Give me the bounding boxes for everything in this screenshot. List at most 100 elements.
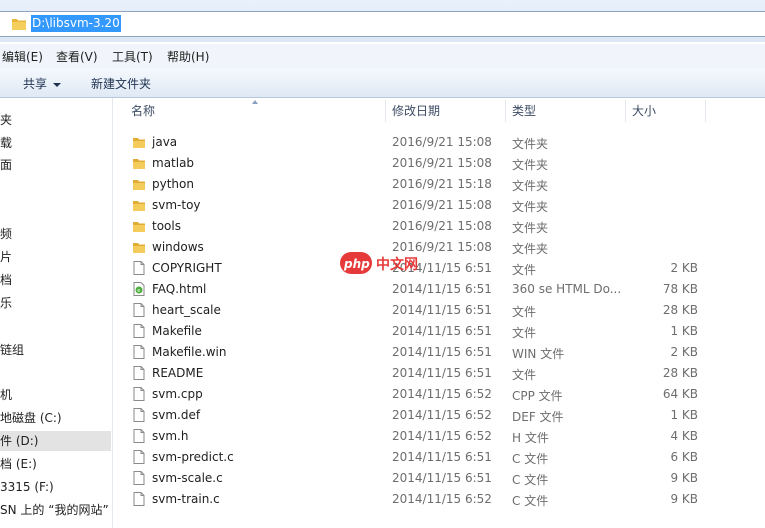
file-type: C 文件 — [512, 494, 549, 508]
column-divider[interactable] — [625, 100, 626, 122]
file-icon — [132, 261, 146, 275]
file-row[interactable]: COPYRIGHT 2014/11/15 6:51 文件 2 KB — [128, 258, 748, 279]
new-folder-button[interactable]: 新建文件夹 — [91, 75, 151, 92]
file-date: 2014/11/15 6:52 — [392, 492, 492, 506]
file-name: java — [152, 135, 178, 149]
column-header-date[interactable]: 修改日期 — [392, 98, 440, 124]
file-row[interactable]: README 2014/11/15 6:51 文件 28 KB — [128, 363, 748, 384]
file-size: 28 KB — [662, 366, 698, 380]
file-size: 2 KB — [670, 345, 698, 359]
address-bar[interactable]: D:\libsvm-3.20 — [0, 11, 765, 37]
file-name: svm.h — [152, 429, 189, 443]
nav-item-documents[interactable]: 档 — [0, 270, 12, 290]
folder-icon — [132, 156, 146, 170]
folder-icon — [132, 135, 146, 149]
nav-item-drive-f[interactable]: 3315 (F:) — [0, 477, 54, 497]
nav-item-videos[interactable]: 频 — [0, 224, 12, 244]
file-row[interactable]: svm.h 2014/11/15 6:52 H 文件 4 KB — [128, 426, 748, 447]
file-name: svm-train.c — [152, 492, 220, 506]
file-row[interactable]: e FAQ.html 2014/11/15 6:51 360 se HTML Do..… — [128, 279, 748, 300]
file-name: svm-scale.c — [152, 471, 223, 485]
html-file-icon: e — [132, 282, 146, 296]
column-divider[interactable] — [505, 100, 506, 122]
file-row[interactable]: tools 2016/9/21 15:08 文件夹 — [128, 216, 748, 237]
file-icon — [132, 387, 146, 401]
file-name: COPYRIGHT — [152, 261, 222, 275]
file-size: 4 KB — [670, 429, 698, 443]
file-row[interactable]: Makefile 2014/11/15 6:51 文件 1 KB — [128, 321, 748, 342]
file-row[interactable]: svm-toy 2016/9/21 15:08 文件夹 — [128, 195, 748, 216]
column-header-type[interactable]: 类型 — [512, 98, 536, 124]
svg-text:e: e — [137, 288, 140, 294]
watermark-text: 中文网 — [376, 257, 418, 273]
file-row[interactable]: windows 2016/9/21 15:08 文件夹 — [128, 237, 748, 258]
file-row[interactable]: svm-predict.c 2014/11/15 6:51 C 文件 6 KB — [128, 447, 748, 468]
file-name: FAQ.html — [152, 282, 207, 296]
file-row[interactable]: svm.def 2014/11/15 6:52 DEF 文件 1 KB — [128, 405, 748, 426]
nav-item-homegroup[interactable]: 链组 — [0, 340, 24, 360]
nav-item-msn-website[interactable]: SN 上的 “我的网站” — [0, 500, 109, 520]
file-type: 文件 — [512, 263, 537, 277]
watermark: php 中文网 — [340, 250, 418, 276]
file-size: 1 KB — [670, 324, 698, 338]
folder-icon — [12, 19, 26, 30]
file-row[interactable]: svm-scale.c 2014/11/15 6:51 C 文件 9 KB — [128, 468, 748, 489]
nav-item-music[interactable]: 乐 — [0, 293, 12, 313]
file-row[interactable]: heart_scale 2014/11/15 6:51 文件 28 KB — [128, 300, 748, 321]
nav-item-drive-e[interactable]: 档 (E:) — [0, 454, 37, 474]
menu-view[interactable]: 查看(V) — [56, 48, 98, 65]
nav-item-drive-d[interactable]: 件 (D:) — [0, 431, 111, 451]
column-divider[interactable] — [705, 100, 706, 122]
file-row[interactable]: python 2016/9/21 15:18 文件夹 — [128, 174, 748, 195]
file-name: svm.cpp — [152, 387, 203, 401]
file-size: 9 KB — [670, 471, 698, 485]
file-date: 2016/9/21 15:08 — [392, 135, 492, 149]
folder-icon — [132, 219, 146, 233]
file-date: 2014/11/15 6:52 — [392, 387, 492, 401]
nav-item-downloads[interactable]: 载 — [0, 133, 12, 153]
menu-edit[interactable]: 编辑(E) — [2, 48, 43, 65]
nav-item-favorites[interactable]: 夹 — [0, 110, 12, 130]
watermark-logo: php — [344, 257, 370, 271]
file-row[interactable]: matlab 2016/9/21 15:08 文件夹 — [128, 153, 748, 174]
file-date: 2014/11/15 6:52 — [392, 429, 492, 443]
nav-item-desktop[interactable]: 面 — [0, 155, 12, 175]
file-type: DEF 文件 — [512, 410, 564, 424]
file-size: 6 KB — [670, 450, 698, 464]
file-type: WIN 文件 — [512, 347, 565, 361]
column-header-name[interactable]: 名称 — [131, 98, 155, 124]
share-button[interactable]: 共享 — [23, 75, 62, 92]
file-date: 2016/9/21 15:08 — [392, 198, 492, 212]
chevron-down-icon — [53, 82, 62, 87]
file-date: 2016/9/21 15:18 — [392, 177, 492, 191]
file-name: README — [152, 366, 204, 380]
file-row[interactable]: Makefile.win 2014/11/15 6:51 WIN 文件 2 KB — [128, 342, 748, 363]
file-date: 2014/11/15 6:51 — [392, 345, 492, 359]
file-type: 文件夹 — [512, 221, 549, 235]
column-divider[interactable] — [385, 100, 386, 122]
address-path[interactable]: D:\libsvm-3.20 — [31, 15, 121, 32]
nav-item-drive-c[interactable]: 地磁盘 (C:) — [0, 408, 62, 428]
file-icon — [132, 471, 146, 485]
nav-item-computer[interactable]: 机 — [0, 385, 12, 405]
file-size: 78 KB — [662, 282, 698, 296]
toolbar: 共享 新建文件夹 — [0, 68, 765, 98]
file-size: 9 KB — [670, 492, 698, 506]
nav-item-pictures[interactable]: 片 — [0, 247, 12, 267]
file-date: 2014/11/15 6:51 — [392, 282, 492, 296]
file-row[interactable]: svm.cpp 2014/11/15 6:52 CPP 文件 64 KB — [128, 384, 748, 405]
column-header-size[interactable]: 大小 — [632, 98, 656, 124]
file-name: svm-toy — [152, 198, 201, 212]
file-name: Makefile.win — [152, 345, 227, 359]
menu-help[interactable]: 帮助(H) — [167, 48, 209, 65]
file-icon — [132, 303, 146, 317]
watermark-logo-badge: php — [340, 252, 372, 274]
file-type: 文件 — [512, 305, 537, 319]
file-row[interactable]: java 2016/9/21 15:08 文件夹 — [128, 132, 748, 153]
file-date: 2016/9/21 15:08 — [392, 156, 492, 170]
menu-tools[interactable]: 工具(T) — [112, 48, 153, 65]
file-date: 2014/11/15 6:51 — [392, 450, 492, 464]
file-row[interactable]: svm-train.c 2014/11/15 6:52 C 文件 9 KB — [128, 489, 748, 510]
file-type: C 文件 — [512, 452, 549, 466]
file-date: 2014/11/15 6:51 — [392, 324, 492, 338]
